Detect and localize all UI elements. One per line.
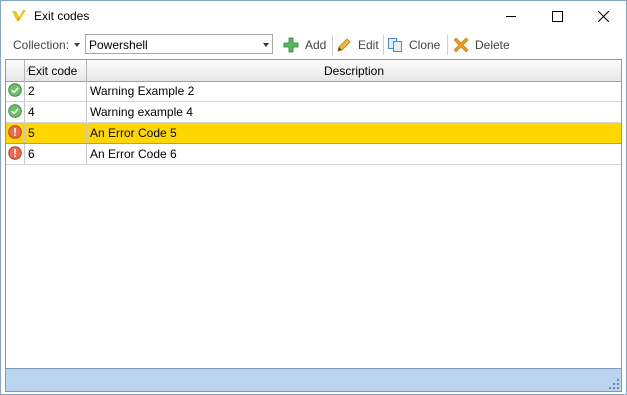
table-row[interactable]: 4 Warning example 4 xyxy=(6,102,621,123)
row-status-cell xyxy=(6,102,25,122)
exit-code-cell: 4 xyxy=(25,102,87,122)
table-row[interactable]: 6 An Error Code 6 xyxy=(6,144,621,165)
close-button[interactable] xyxy=(580,1,626,31)
clone-button[interactable]: Clone xyxy=(387,34,440,56)
grid-header: Exit code ⁄ Description xyxy=(6,60,621,82)
exit-code-cell: 2 xyxy=(25,81,87,101)
table-row[interactable]: 2 Warning Example 2 xyxy=(6,81,621,102)
delete-icon xyxy=(453,37,469,53)
column-header-exit-code[interactable]: Exit code ⁄ xyxy=(25,60,87,81)
exit-code-cell: 5 xyxy=(25,123,87,143)
close-icon xyxy=(597,10,609,22)
row-status-cell xyxy=(6,81,25,101)
toolbar: Collection: Powershell Add Edit Clone De… xyxy=(1,32,626,58)
column-header-description[interactable]: Description xyxy=(87,60,621,81)
description-header-label: Description xyxy=(323,64,385,78)
collection-value: Powershell xyxy=(89,38,148,52)
success-icon xyxy=(8,104,22,118)
delete-label: Delete xyxy=(475,38,510,52)
delete-button[interactable]: Delete xyxy=(453,34,510,56)
exit-code-value: 2 xyxy=(28,84,35,98)
description-cell: Warning Example 2 xyxy=(90,84,195,98)
add-button[interactable]: Add xyxy=(283,34,326,56)
success-icon xyxy=(8,83,22,97)
maximize-icon xyxy=(551,10,563,22)
app-logo-icon xyxy=(12,10,26,21)
toolbar-divider xyxy=(447,35,448,55)
exit-code-value: 5 xyxy=(28,126,35,140)
collection-menu-arrow-icon[interactable] xyxy=(74,43,80,47)
error-icon xyxy=(8,146,22,160)
resize-grip-icon[interactable] xyxy=(609,379,619,389)
exit-codes-grid: Exit code ⁄ Description 2 Warning Exampl… xyxy=(5,59,622,369)
clone-icon xyxy=(388,38,402,52)
exit-code-value: 4 xyxy=(28,105,35,119)
toolbar-divider xyxy=(383,35,384,55)
collection-select[interactable]: Powershell xyxy=(85,34,273,54)
row-indicator-header xyxy=(6,60,25,81)
table-row-selected[interactable]: 5 An Error Code 5 xyxy=(6,123,621,144)
collection-label: Collection: xyxy=(13,38,70,52)
description-cell: An Error Code 6 xyxy=(90,147,177,161)
row-status-cell xyxy=(6,144,25,164)
row-status-cell xyxy=(6,123,25,143)
exit-code-cell: 6 xyxy=(25,144,87,164)
pencil-icon xyxy=(337,38,351,52)
error-icon xyxy=(8,125,22,139)
toolbar-divider xyxy=(332,35,333,55)
status-bar xyxy=(5,369,622,392)
exit-code-value: 6 xyxy=(28,147,35,161)
description-cell: Warning example 4 xyxy=(90,105,193,119)
dropdown-arrow-icon[interactable] xyxy=(263,43,269,47)
exit-codes-window: Exit codes Collection: Powershell Add Ed… xyxy=(0,0,627,395)
add-label: Add xyxy=(305,38,327,52)
minimize-icon xyxy=(506,16,516,17)
clone-label: Clone xyxy=(409,38,441,52)
exit-code-header-label: Exit code xyxy=(28,64,78,78)
edit-button[interactable]: Edit xyxy=(336,34,379,56)
sort-ascending-icon: ⁄ xyxy=(28,64,30,74)
title-bar[interactable]: Exit codes xyxy=(1,1,626,31)
maximize-button[interactable] xyxy=(534,1,580,31)
description-cell: An Error Code 5 xyxy=(90,126,177,140)
minimize-button[interactable] xyxy=(488,1,534,31)
edit-label: Edit xyxy=(358,38,379,52)
window-title: Exit codes xyxy=(34,9,90,23)
add-icon xyxy=(283,37,299,53)
